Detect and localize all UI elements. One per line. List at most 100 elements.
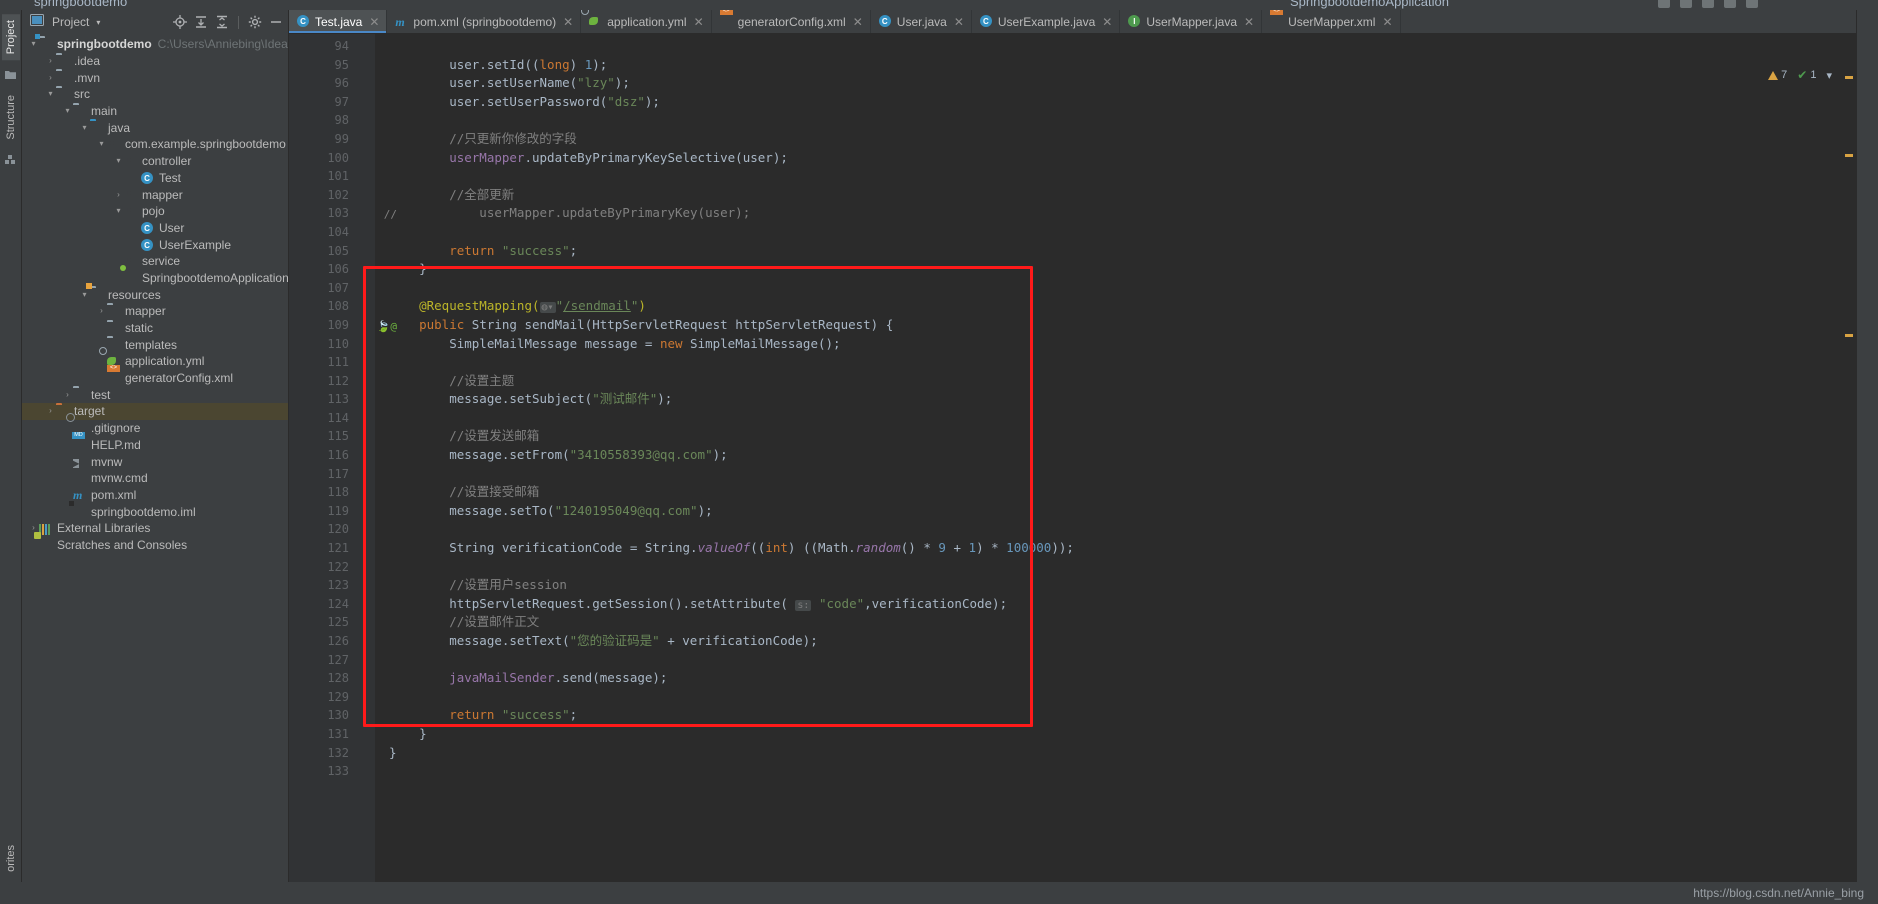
code-line[interactable]: //设置主题 (375, 372, 1842, 391)
code-line[interactable] (375, 520, 1842, 539)
chevron-down-icon[interactable]: ▾ (96, 140, 107, 148)
close-icon[interactable]: ✕ (853, 15, 863, 29)
code-line[interactable]: } (375, 744, 1842, 763)
tree-node-scratches-and-consoles[interactable]: Scratches and Consoles (22, 537, 288, 554)
favorites-folder-icon[interactable] (4, 68, 17, 81)
ok-count-group[interactable]: ✔ 1 (1797, 68, 1816, 82)
chevron-right-icon[interactable]: › (45, 407, 56, 415)
structure-grid-icon[interactable] (4, 154, 17, 167)
close-icon[interactable]: ✕ (694, 15, 704, 29)
chevron-right-icon[interactable]: › (113, 190, 124, 199)
tree-node-mvnw-cmd[interactable]: mvnw.cmd (22, 470, 288, 487)
editor-tab-bar[interactable]: C Test.java ✕ m pom.xml (springbootdemo) ✕ app… (289, 10, 1856, 34)
editor-tab-usermapper-xml[interactable]: UserMapper.xml ✕ (1262, 10, 1401, 33)
chevron-down-icon[interactable]: ▾ (113, 157, 124, 165)
tree-node-resources[interactable]: ▾ resources (22, 286, 288, 303)
inspection-widget[interactable]: 7 ✔ 1 ▾ (1768, 68, 1832, 82)
tree-node-mapper[interactable]: › mapper (22, 303, 288, 320)
chevron-right-icon[interactable]: › (45, 73, 56, 82)
chevron-down-icon[interactable]: ▾ (79, 123, 90, 132)
sidebar-item-favorites[interactable]: orites (2, 839, 20, 878)
search-icon[interactable] (1746, 0, 1758, 8)
code-line[interactable]: message.setTo("1240195049@qq.com"); (375, 502, 1842, 521)
close-icon[interactable]: ✕ (954, 15, 964, 29)
right-tool-rail[interactable] (1856, 10, 1878, 882)
tree-node-mvn[interactable]: › .mvn (22, 69, 288, 86)
code-line[interactable]: String verificationCode = String.valueOf… (375, 539, 1842, 558)
code-line[interactable]: //设置接受邮箱 (375, 483, 1842, 502)
code-line[interactable]: public String sendMail(HttpServletReques… (375, 316, 1842, 335)
code-line[interactable]: return "success"; (375, 242, 1842, 261)
tree-node-main[interactable]: ▾ main (22, 103, 288, 120)
chevron-right-icon[interactable]: › (28, 524, 39, 532)
code-line[interactable]: httpServletRequest.getSession().setAttri… (375, 595, 1842, 614)
debug-icon[interactable] (1680, 0, 1692, 8)
coverage-icon[interactable] (1702, 0, 1714, 8)
warning-count-group[interactable]: 7 (1768, 69, 1787, 81)
chevron-down-icon[interactable]: ▾ (1826, 69, 1832, 82)
tree-node-pom-xml[interactable]: m pom.xml (22, 487, 288, 504)
collapse-all-icon[interactable] (214, 14, 230, 30)
tree-node-springbootdemo[interactable]: ▾ springbootdemo C:\Users\Anniebing\IdeaPr… (22, 36, 288, 53)
tree-node-userexample[interactable]: C UserExample (22, 236, 288, 253)
code-line[interactable]: //设置发送邮箱 (375, 427, 1842, 446)
tree-node-application-yml[interactable]: application.yml (22, 353, 288, 370)
project-tree[interactable]: ▾ springbootdemo C:\Users\Anniebing\IdeaPr… (22, 34, 288, 882)
gear-icon[interactable] (247, 14, 263, 30)
code-line[interactable]: message.setText("您的验证码是" + verificationC… (375, 632, 1842, 651)
code-line[interactable]: user.setId((long) 1); (375, 56, 1842, 75)
editor-tab-generatorconfig-xml[interactable]: generatorConfig.xml ✕ (712, 10, 871, 33)
code-line[interactable]: javaMailSender.send(message); (375, 669, 1842, 688)
code-line[interactable] (375, 223, 1842, 242)
tree-node-idea[interactable]: › .idea (22, 53, 288, 70)
code-line[interactable]: //设置用户session (375, 576, 1842, 595)
run-icon[interactable] (1658, 0, 1670, 8)
tree-node-pojo[interactable]: ▾ pojo (22, 203, 288, 220)
tree-node-generatorconfig-xml[interactable]: generatorConfig.xml (22, 370, 288, 387)
editor-tab-application-yml[interactable]: application.yml ✕ (581, 10, 712, 33)
code-line[interactable]: userMapper.updateByPrimaryKeySelective(u… (375, 149, 1842, 168)
code-line[interactable] (375, 167, 1842, 186)
code-line[interactable]: message.setSubject("测试邮件"); (375, 390, 1842, 409)
tree-node-src[interactable]: ▾ src (22, 86, 288, 103)
code-line[interactable]: //设置邮件正文 (375, 613, 1842, 632)
sidebar-item-structure[interactable]: Structure (2, 89, 20, 146)
tree-node-target[interactable]: › target (22, 403, 288, 420)
chevron-right-icon[interactable]: › (45, 57, 56, 65)
tree-node-mvnw[interactable]: ▶ mvnw (22, 453, 288, 470)
tree-node-service[interactable]: service (22, 253, 288, 270)
chevron-right-icon[interactable]: › (96, 307, 107, 315)
run-configuration-label[interactable]: SpringbootdemoApplication (1290, 0, 1449, 9)
tree-node-com-example-springbootdemo[interactable]: ▾ com.example.springbootdemo (22, 136, 288, 153)
code-line[interactable] (375, 353, 1842, 372)
code-line[interactable]: SimpleMailMessage message = new SimpleMa… (375, 335, 1842, 354)
code-line[interactable] (375, 651, 1842, 670)
code-line[interactable] (375, 558, 1842, 577)
code-line[interactable]: message.setFrom("3410558393@qq.com"); (375, 446, 1842, 465)
tree-node-springbootdemoapplication[interactable]: SpringbootdemoApplication (22, 270, 288, 287)
tree-node-java[interactable]: ▾ java (22, 119, 288, 136)
warning-marker[interactable] (1845, 334, 1853, 337)
expand-all-icon[interactable] (193, 14, 209, 30)
error-stripe-markers[interactable] (1842, 34, 1856, 882)
chevron-down-icon[interactable]: ▾ (45, 90, 56, 98)
editor-tab-userexample-java[interactable]: C UserExample.java ✕ (972, 10, 1121, 33)
close-icon[interactable]: ✕ (1244, 15, 1254, 29)
code-line[interactable] (375, 279, 1842, 298)
editor-tab-usermapper-java[interactable]: I UserMapper.java ✕ (1120, 10, 1263, 33)
editor-tab-test-java[interactable]: C Test.java ✕ (289, 10, 388, 33)
tree-node-mapper[interactable]: › mapper (22, 186, 288, 203)
tree-node-user[interactable]: C User (22, 220, 288, 237)
chevron-down-icon[interactable]: ▾ (113, 207, 124, 215)
code-line[interactable] (375, 409, 1842, 428)
stop-icon[interactable] (1724, 0, 1736, 8)
tree-node-controller[interactable]: ▾ controller (22, 153, 288, 170)
minimize-icon[interactable] (268, 14, 284, 30)
left-tool-rail[interactable]: Project Structure orites (0, 10, 22, 882)
close-icon[interactable]: ✕ (563, 15, 573, 29)
warning-marker[interactable] (1845, 76, 1853, 79)
code-line[interactable]: @RequestMapping(◍▾ "/sendmail") (375, 297, 1842, 316)
close-icon[interactable]: ✕ (369, 15, 379, 29)
tree-node-gitignore[interactable]: .gitignore (22, 420, 288, 437)
code-line[interactable] (375, 465, 1842, 484)
